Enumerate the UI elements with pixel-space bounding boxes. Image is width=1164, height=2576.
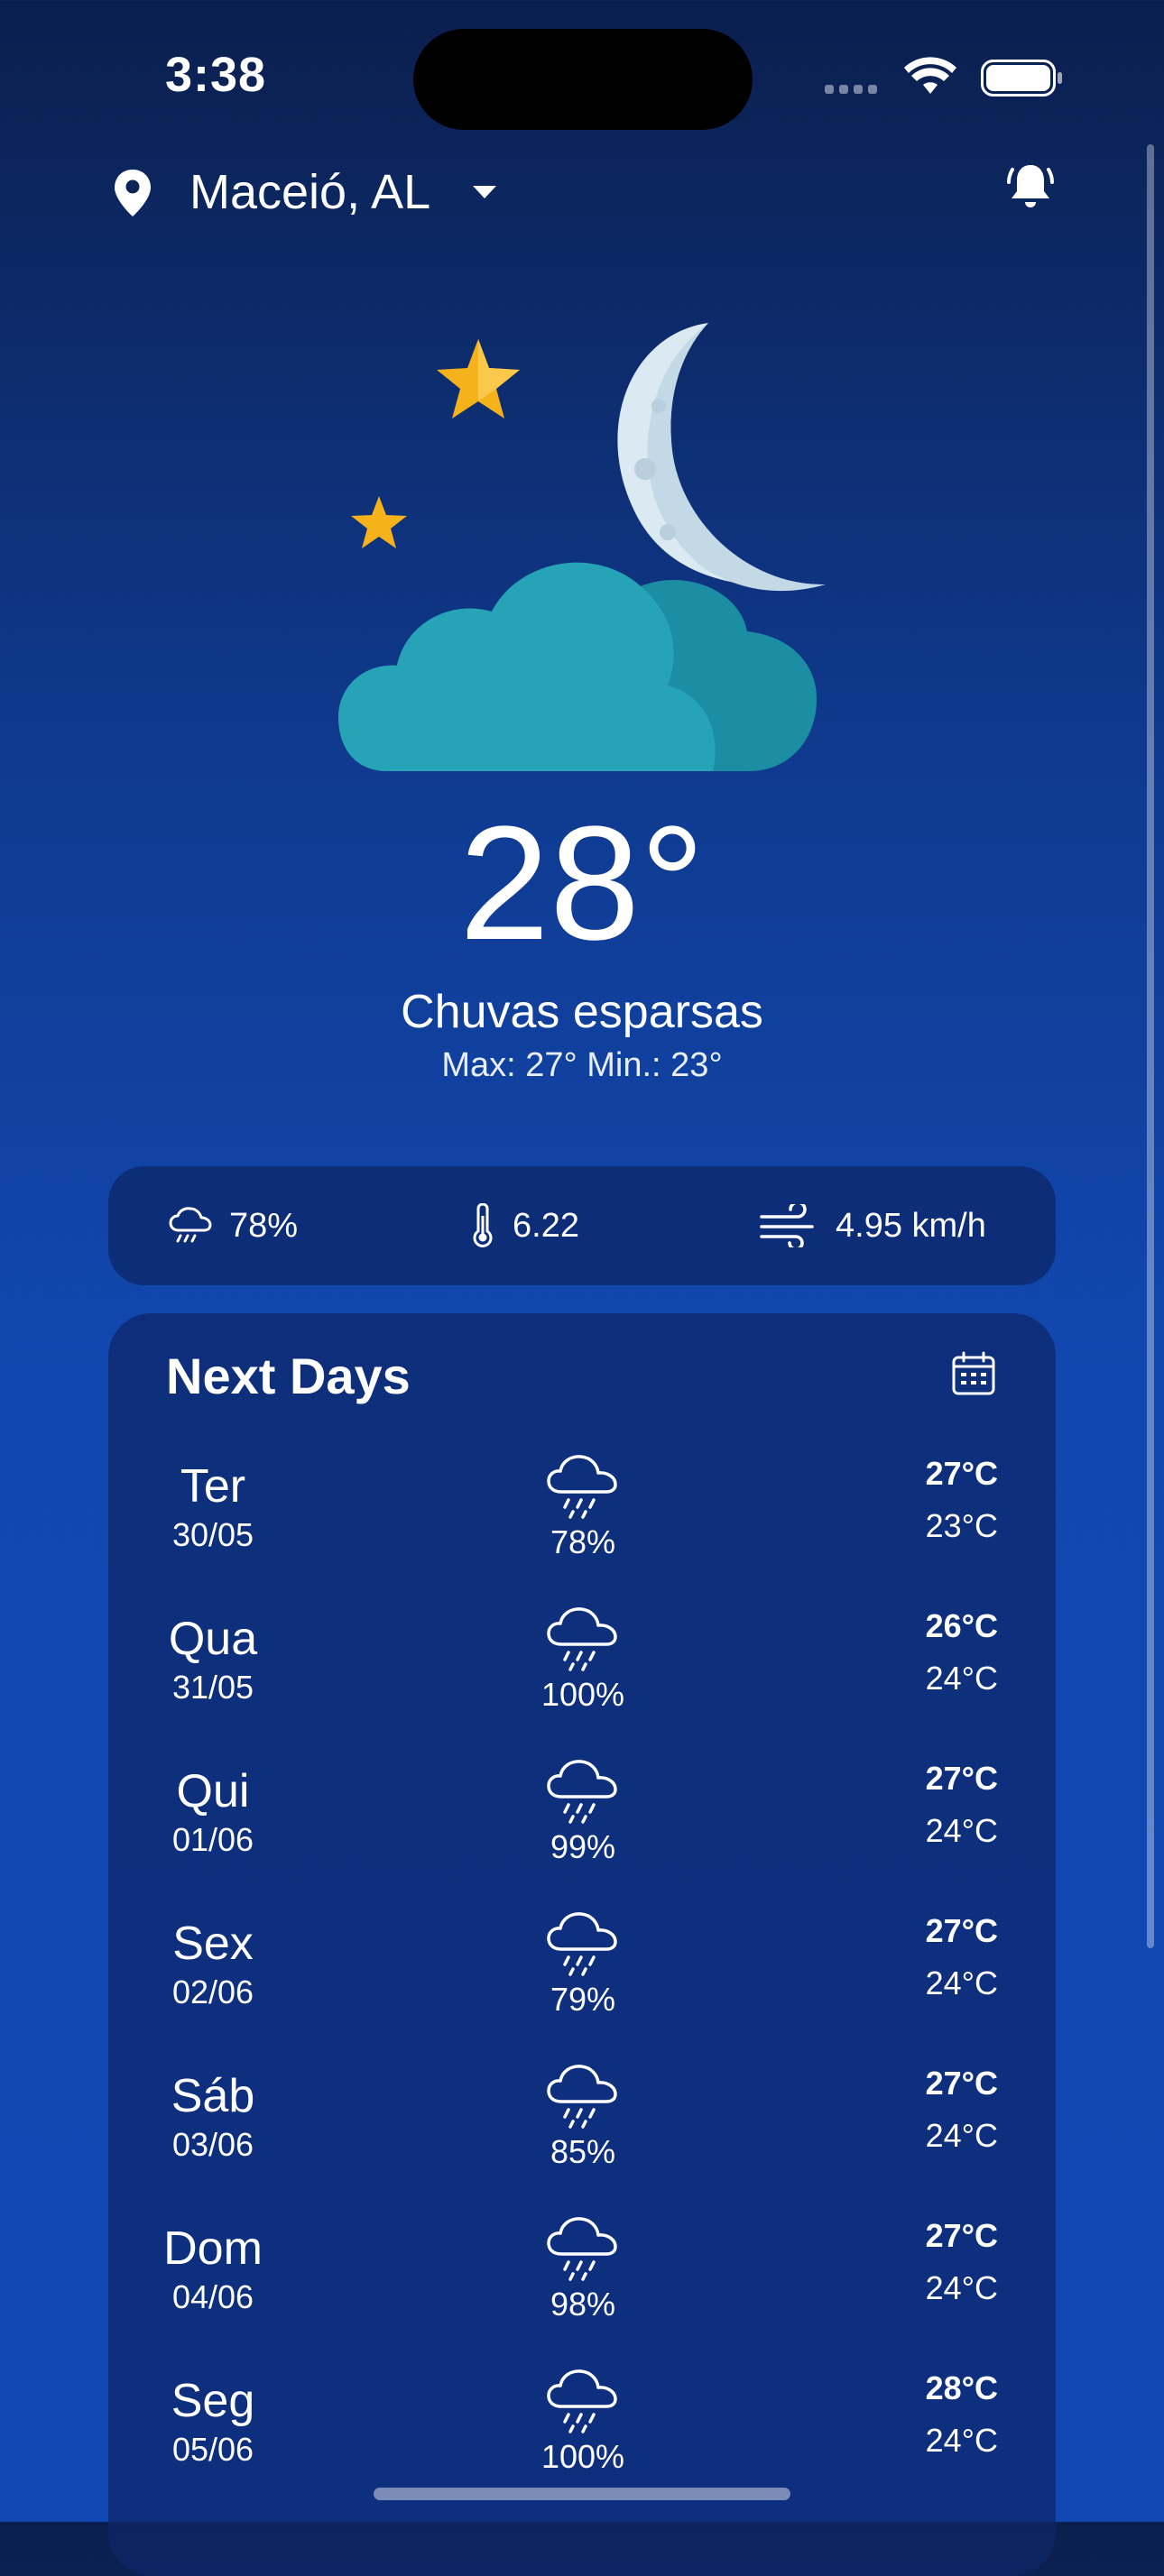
day-name: Sex xyxy=(172,1918,254,1970)
star-icon xyxy=(351,496,407,548)
day-name: Dom xyxy=(163,2222,263,2275)
day-date: 30/05 xyxy=(171,1516,254,1553)
wind-icon xyxy=(760,1204,814,1247)
wind-stat: 4.95 km/h xyxy=(758,1166,986,1285)
min-temperature: 23°C xyxy=(925,1507,998,1544)
rain-cloud-icon xyxy=(547,2369,617,2433)
rain-chance: 99% xyxy=(550,1828,616,1865)
max-temperature: 27°C xyxy=(925,1912,998,1949)
day-name: Seg xyxy=(171,2375,255,2427)
day-date: 02/06 xyxy=(171,1973,254,2010)
status-time: 3:38 xyxy=(165,48,267,102)
max-temperature: 28°C xyxy=(925,2369,998,2406)
min-temperature: 24°C xyxy=(925,1660,998,1697)
day-row[interactable]: Sex 02/06 79% 27°C 24°C xyxy=(108,1899,1056,2051)
rain-stat: 78% xyxy=(168,1166,298,1285)
rain-cloud-icon xyxy=(547,1607,617,1671)
day-row[interactable]: Sáb 03/06 85% 27°C 24°C xyxy=(108,2051,1056,2203)
day-date: 01/06 xyxy=(171,1821,254,1858)
calendar-icon[interactable] xyxy=(951,1351,996,1396)
caret-down-icon[interactable] xyxy=(471,184,498,200)
day-name: Qua xyxy=(168,1613,258,1665)
day-date: 04/06 xyxy=(171,2278,254,2315)
battery-icon xyxy=(981,60,1062,97)
wifi-icon xyxy=(904,57,956,94)
min-max-temperature: Max: 27° Min.: 23° xyxy=(441,1046,723,1084)
star-icon xyxy=(437,339,520,419)
max-temperature: 27°C xyxy=(925,1455,998,1492)
rain-chance: 78% xyxy=(550,1523,616,1560)
home-indicator[interactable] xyxy=(374,2488,790,2500)
moon-stars-cloud-icon xyxy=(338,323,826,771)
location-name[interactable]: Maceió, AL xyxy=(189,162,430,222)
rain-chance: 100% xyxy=(540,1676,625,1713)
dynamic-island xyxy=(413,29,753,130)
min-temperature: 24°C xyxy=(925,2422,998,2459)
wind-value: 4.95 km/h xyxy=(836,1206,986,1245)
day-row[interactable]: Seg 05/06 100% 28°C 24°C xyxy=(108,2356,1056,2508)
day-name: Ter xyxy=(180,1460,246,1513)
cellular-signal-icon xyxy=(825,85,877,94)
min-temperature: 24°C xyxy=(925,1964,998,2001)
weather-stats-card: 78% 6.22 4.95 km/h xyxy=(108,1166,1056,1285)
weather-condition: Chuvas esparsas xyxy=(401,986,763,1038)
max-temperature: 27°C xyxy=(925,2065,998,2102)
uv-value: 6.22 xyxy=(513,1206,579,1245)
next-days-card: Next Days Ter 30/05 78% 27°C 23°C Qua 31/05 100… xyxy=(108,1313,1056,2576)
day-row[interactable]: Ter 30/05 78% 27°C 23°C xyxy=(108,1441,1056,1594)
min-temperature: 24°C xyxy=(925,1812,998,1849)
rain-chance: 79% xyxy=(550,1981,616,2018)
moon-icon xyxy=(617,323,826,592)
rain-value: 78% xyxy=(229,1206,299,1245)
min-temperature: 24°C xyxy=(925,2117,998,2154)
day-name: Qui xyxy=(176,1765,250,1817)
rain-chance: 85% xyxy=(550,2133,616,2170)
day-name: Sáb xyxy=(171,2070,255,2122)
thermometer-icon xyxy=(473,1203,493,1247)
min-temperature: 24°C xyxy=(925,2269,998,2306)
rain-cloud-icon xyxy=(547,1760,617,1824)
max-temperature: 26°C xyxy=(925,1607,998,1644)
max-temperature: 27°C xyxy=(925,1760,998,1797)
day-row[interactable]: Dom 04/06 98% 27°C 24°C xyxy=(108,2203,1056,2356)
location-pin-icon[interactable] xyxy=(112,168,153,218)
uv-stat: 6.22 xyxy=(469,1166,579,1285)
day-row[interactable]: Qua 31/05 100% 26°C 24°C xyxy=(108,1594,1056,1746)
max-temperature: 27°C xyxy=(925,2217,998,2254)
rain-cloud-icon xyxy=(547,2217,617,2281)
day-date: 03/06 xyxy=(171,2126,254,2163)
rain-chance: 98% xyxy=(550,2286,616,2323)
rain-chance: 100% xyxy=(540,2438,625,2475)
status-icons xyxy=(825,57,1062,97)
rain-cloud-icon xyxy=(547,1455,617,1519)
rain-cloud-icon xyxy=(169,1207,212,1243)
day-row[interactable]: Qui 01/06 99% 27°C 24°C xyxy=(108,1746,1056,1899)
current-temperature: 28° xyxy=(458,793,706,974)
rain-cloud-icon xyxy=(547,2065,617,2129)
rain-cloud-icon xyxy=(547,1912,617,1976)
day-date: 31/05 xyxy=(171,1669,254,1706)
next-days-title: Next Days xyxy=(166,1348,411,1404)
cloud-icon xyxy=(338,562,817,771)
bell-icon[interactable] xyxy=(1007,161,1054,211)
day-date: 05/06 xyxy=(171,2431,254,2468)
